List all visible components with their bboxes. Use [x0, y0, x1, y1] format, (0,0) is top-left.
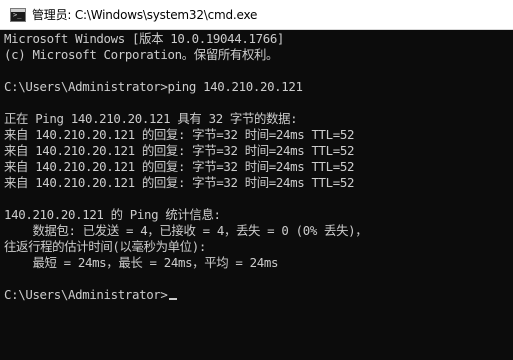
console-line: 来自 140.210.20.121 的回复: 字节=32 时间=24ms TTL… [4, 127, 355, 142]
cmd-icon[interactable] [10, 7, 26, 22]
console-line: 最短 = 24ms，最长 = 24ms，平均 = 24ms [4, 255, 279, 270]
console-line: (c) Microsoft Corporation。保留所有权利。 [4, 47, 279, 62]
console-line: 正在 Ping 140.210.20.121 具有 32 字节的数据: [4, 111, 298, 126]
title-bar[interactable]: 管理员: C:\Windows\system32\cmd.exe [0, 0, 513, 30]
console-output[interactable]: Microsoft Windows [版本 10.0.19044.1766] (… [4, 31, 513, 360]
console-line: 来自 140.210.20.121 的回复: 字节=32 时间=24ms TTL… [4, 159, 355, 174]
cmd-window: 管理员: C:\Windows\system32\cmd.exe Microso… [0, 0, 513, 360]
window-title: 管理员: C:\Windows\system32\cmd.exe [32, 8, 258, 22]
console-line: Microsoft Windows [版本 10.0.19044.1766] [4, 31, 285, 46]
console-line: 140.210.20.121 的 Ping 统计信息: [4, 207, 221, 222]
console-line: 来自 140.210.20.121 的回复: 字节=32 时间=24ms TTL… [4, 143, 355, 158]
prompt-line[interactable]: C:\Users\Administrator> [4, 287, 513, 303]
scrollbar[interactable] [509, 30, 513, 360]
console-line: 来自 140.210.20.121 的回复: 字节=32 时间=24ms TTL… [4, 175, 355, 190]
console-line: 往返行程的估计时间(以毫秒为单位): [4, 239, 206, 254]
text-cursor [168, 298, 177, 300]
console-line: C:\Users\Administrator>ping 140.210.20.1… [4, 79, 303, 94]
console-line: 数据包: 已发送 = 4，已接收 = 4，丢失 = 0 (0% 丢失)， [4, 223, 368, 238]
prompt-text: C:\Users\Administrator> [4, 287, 168, 302]
